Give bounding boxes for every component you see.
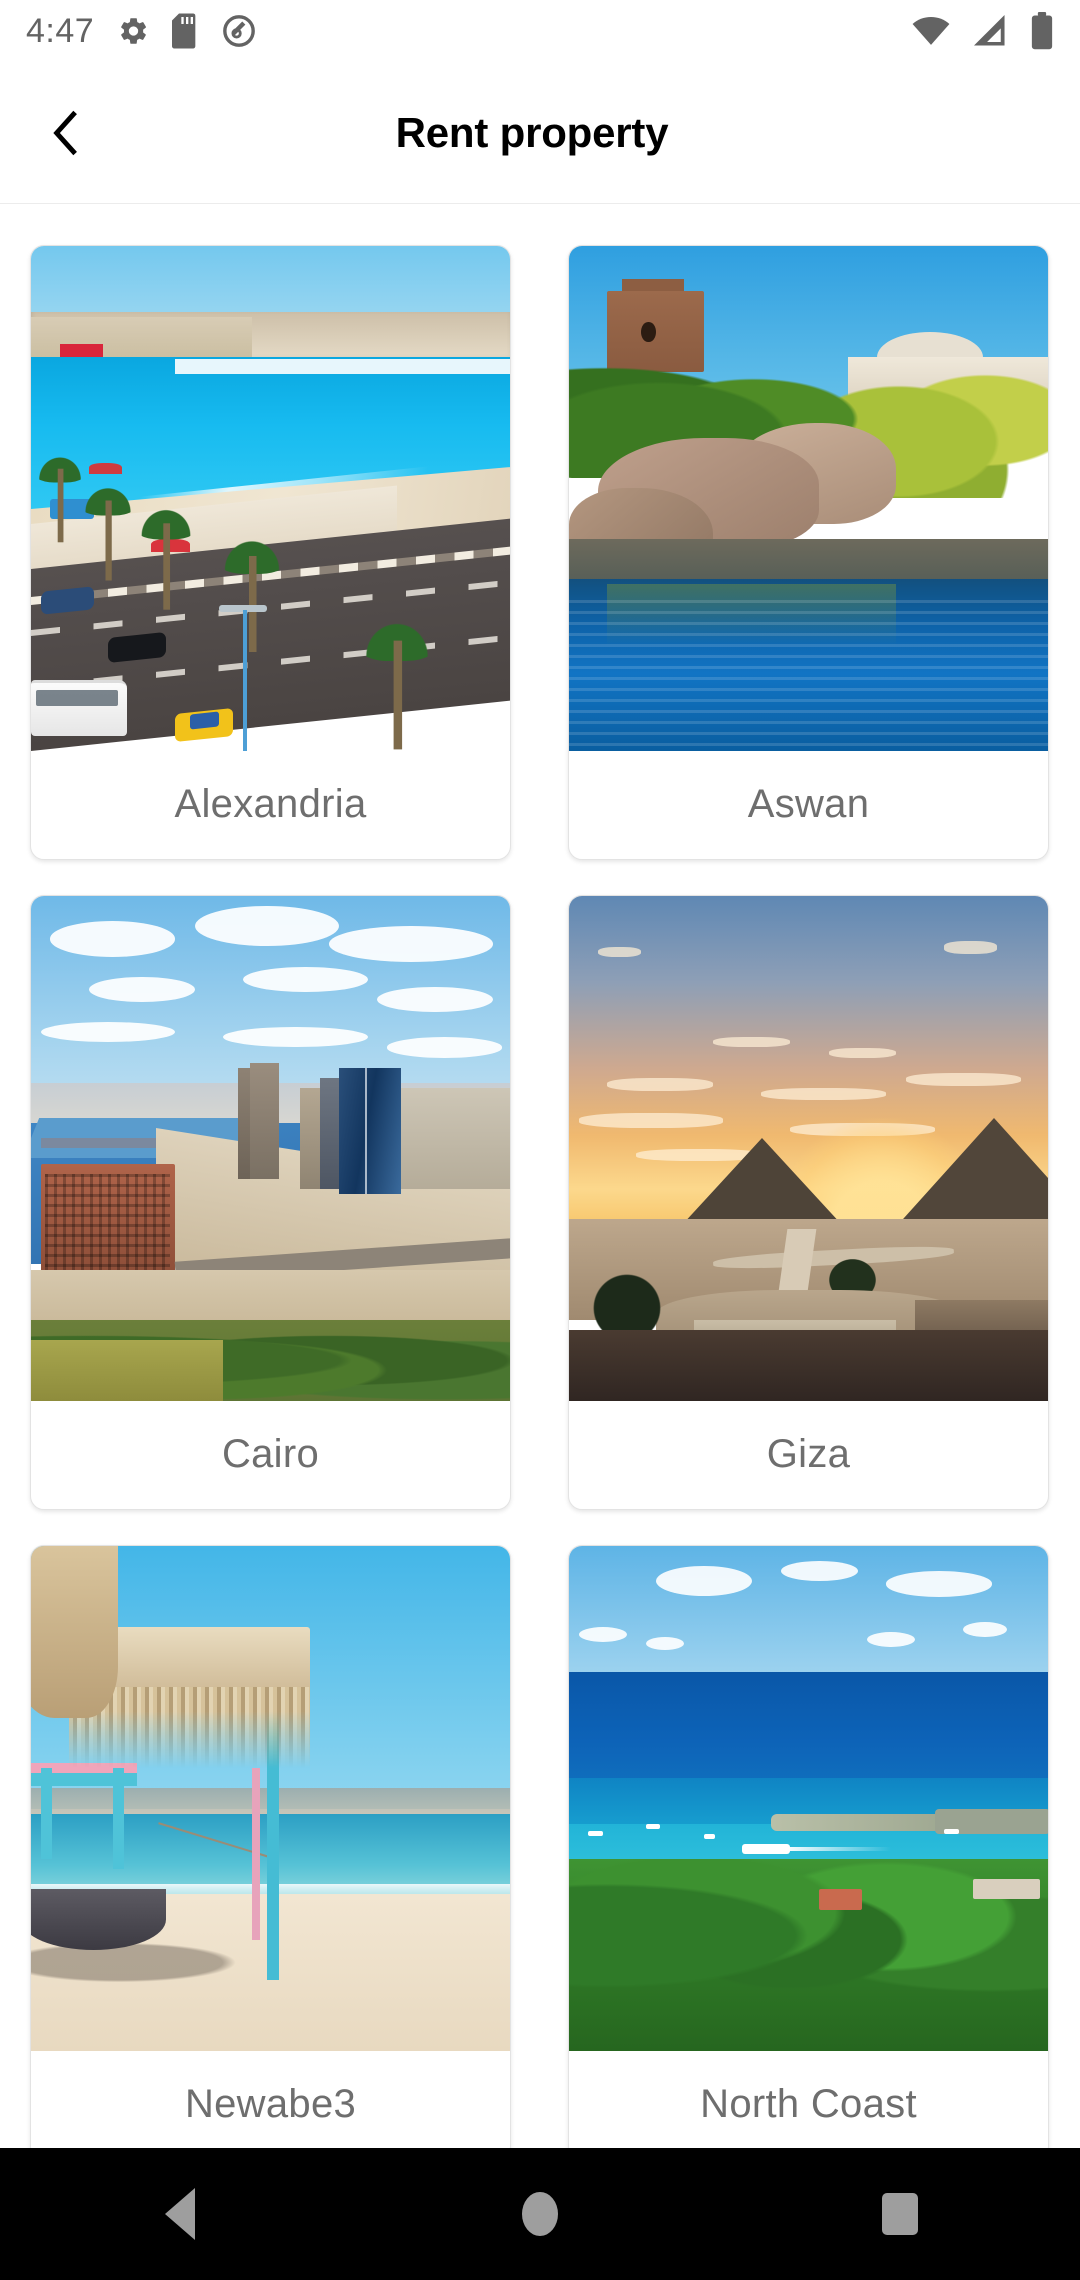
nav-home-button[interactable] <box>360 2192 720 2236</box>
battery-icon <box>1031 12 1053 50</box>
nav-recents-button[interactable] <box>720 2193 1080 2235</box>
nav-back-icon <box>165 2188 195 2240</box>
wifi-icon <box>912 16 950 45</box>
grid-row: Alexandria Aswan <box>0 245 1080 893</box>
data-saver-icon <box>223 15 256 47</box>
city-card-alexandria[interactable]: Alexandria <box>30 245 511 860</box>
city-label: Cairo <box>221 1431 320 1476</box>
city-image-cairo <box>31 896 510 1401</box>
nav-recents-icon <box>882 2193 918 2235</box>
page-title: Rent property <box>395 108 669 156</box>
nav-back-button[interactable] <box>0 2188 360 2240</box>
status-bar: 4:47 <box>0 0 1080 62</box>
status-time: 4:47 <box>26 11 95 50</box>
city-label: Giza <box>766 1431 851 1476</box>
city-card-cairo[interactable]: Cairo <box>30 895 511 1510</box>
sd-card-icon <box>172 13 196 49</box>
grid-row: Cairo Giza <box>0 895 1080 1543</box>
city-card-north-coast[interactable]: North Coast <box>568 1545 1049 2148</box>
grid-row: Newabe3 North Coast <box>0 1545 1080 2148</box>
android-navigation-bar <box>0 2148 1080 2280</box>
gear-icon <box>121 18 147 44</box>
city-label: Aswan <box>747 781 870 826</box>
city-card-newabe3[interactable]: Newabe3 <box>30 1545 511 2148</box>
city-image-alexandria <box>31 246 510 751</box>
city-image-north-coast <box>569 1546 1048 2051</box>
status-bar-right <box>912 12 1054 50</box>
city-image-newabe3 <box>31 1546 510 2051</box>
city-image-giza <box>569 896 1048 1401</box>
city-label: Newabe3 <box>184 2081 357 2126</box>
app-bar: Rent property <box>0 62 1080 204</box>
city-card-giza[interactable]: Giza <box>568 895 1049 1510</box>
nav-home-icon <box>522 2192 558 2236</box>
status-bar-left: 4:47 <box>26 12 256 51</box>
cellular-signal-icon <box>974 15 1005 46</box>
city-label: North Coast <box>700 2081 917 2126</box>
city-card-aswan[interactable]: Aswan <box>568 245 1049 860</box>
city-label: Alexandria <box>174 781 367 826</box>
city-image-aswan <box>569 246 1048 751</box>
city-grid[interactable]: Alexandria Aswan Cairo Giza Newabe3 Nort… <box>0 210 1080 2148</box>
